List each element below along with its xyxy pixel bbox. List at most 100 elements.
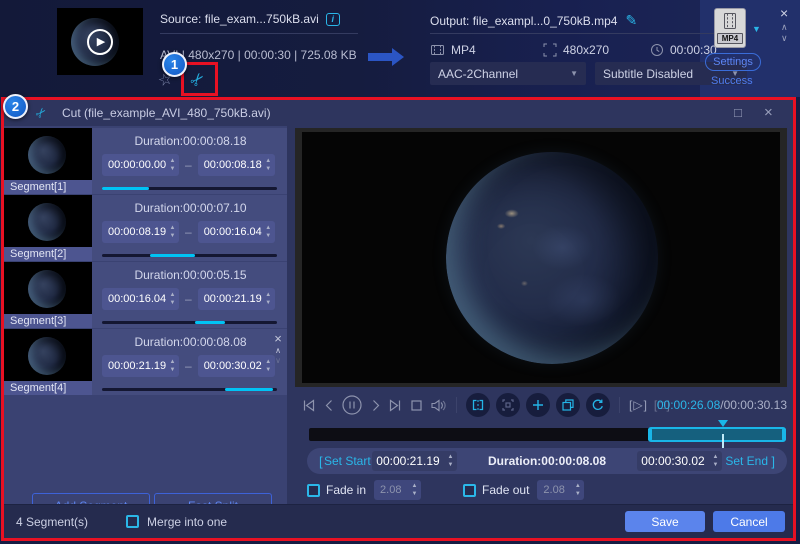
format-dropdown-icon[interactable]: ▼	[752, 24, 761, 34]
segment-row-3[interactable]: Segment[3] Duration:00:00:05.15 ▲▼ – ▲▼	[4, 262, 287, 328]
range-dash: –	[185, 158, 192, 172]
chevron-down-icon[interactable]: ∨	[781, 33, 788, 44]
settings-button[interactable]: Settings	[705, 53, 761, 71]
previous-frame-button[interactable]	[301, 398, 316, 413]
film-icon	[431, 45, 444, 55]
spinner[interactable]: ▲ ▼	[262, 158, 275, 172]
output-title: Output: file_exampl...0_750kB.mp4 ✎	[430, 12, 637, 29]
segment-end-input[interactable]: ▲▼	[197, 288, 275, 310]
info-icon[interactable]: i	[325, 12, 340, 26]
output-meta: MP4 480x270 00:00:30	[430, 43, 717, 57]
source-title: Source: file_exam...750kB.avi i	[160, 12, 340, 26]
arrow-right-icon	[368, 48, 404, 66]
timeline-track[interactable]	[309, 420, 787, 448]
reset-button[interactable]	[586, 393, 610, 417]
timeline-selection[interactable]	[647, 427, 787, 442]
maximize-icon[interactable]: □	[734, 105, 742, 120]
range-dash: –	[185, 292, 192, 306]
audio-select[interactable]: AAC-2Channel ▼	[430, 62, 586, 85]
playhead-marker[interactable]	[718, 420, 729, 448]
segment-progress-fill	[195, 321, 226, 324]
segment-start-input[interactable]: ▲▼	[102, 221, 179, 243]
annotation-badge-1: 1	[162, 52, 187, 77]
spinner[interactable]: ▲ ▼	[444, 454, 457, 468]
volume-button[interactable]	[430, 398, 447, 413]
frame-select-button[interactable]	[496, 393, 520, 417]
dialog-title: Cut (file_example_AVI_480_750kB.avi)	[62, 106, 271, 120]
output-format-badge[interactable]: MP4	[714, 8, 746, 48]
segment-progress-track	[102, 187, 277, 190]
divider	[456, 397, 457, 413]
trim-end-input[interactable]: ▲▼	[637, 451, 722, 471]
merge-checkbox[interactable]	[126, 515, 140, 528]
divider	[619, 397, 620, 413]
close-icon[interactable]: ×	[764, 104, 773, 121]
segment-progress-fill	[102, 187, 150, 190]
fade-in-duration-input[interactable]: ▲▼	[374, 480, 422, 500]
spinner[interactable]: ▲ ▼	[262, 225, 275, 239]
stop-button[interactable]	[409, 398, 424, 413]
segment-progress-fill	[225, 388, 274, 391]
spinner[interactable]: ▲ ▼	[709, 454, 722, 468]
source-video-thumbnail[interactable]: ▶	[57, 8, 143, 75]
range-dash: –	[185, 359, 192, 373]
format-badge-label: MP4	[717, 33, 743, 44]
segment-end-input[interactable]: ▲▼	[197, 221, 275, 243]
fade-out-checkbox[interactable]	[463, 483, 477, 497]
spinner[interactable]: ▲ ▼	[571, 483, 584, 497]
spinner[interactable]: ▲ ▼	[166, 359, 179, 373]
save-button[interactable]: Save	[625, 511, 705, 532]
segment-start-input[interactable]: ▲▼	[102, 154, 179, 176]
spinner[interactable]: ▲ ▼	[166, 225, 179, 239]
segment-start-input[interactable]: ▲▼	[102, 355, 179, 377]
dialog-titlebar: ✂ Cut (file_example_AVI_480_750kB.avi) □…	[4, 100, 793, 126]
range-dash: –	[185, 225, 192, 239]
cut-dialog: ✂ Cut (file_example_AVI_480_750kB.avi) □…	[1, 97, 796, 541]
step-forward-button[interactable]	[369, 398, 382, 413]
spinner[interactable]: ▲ ▼	[262, 292, 275, 306]
segments-panel: Segment[1] Duration:00:00:08.18 ▲▼ – ▲▼	[4, 126, 287, 518]
delete-segment-icon[interactable]: ×	[274, 332, 282, 345]
spinner[interactable]: ▲ ▼	[408, 483, 421, 497]
film-frame-icon	[722, 9, 738, 33]
spinner[interactable]: ▲ ▼	[166, 158, 179, 172]
step-back-button[interactable]	[322, 398, 335, 413]
segment-label: Segment[4]	[4, 381, 92, 395]
play-icon[interactable]: ▶	[87, 28, 113, 55]
output-format-value: MP4	[451, 43, 476, 57]
pause-button[interactable]	[341, 394, 363, 416]
audio-select-value: AAC-2Channel	[438, 66, 519, 81]
cancel-button[interactable]: Cancel	[713, 511, 785, 532]
segment-label: Segment[2]	[4, 247, 92, 261]
play-segment-button[interactable]: [▷]	[629, 398, 648, 412]
segment-end-input[interactable]: ▲▼	[197, 154, 275, 176]
fade-out-duration-input[interactable]: ▲▼	[537, 480, 585, 500]
video-preview	[295, 128, 787, 387]
segment-row-4[interactable]: Segment[4] Duration:00:00:08.08 ▲▼ – ▲▼	[4, 329, 287, 395]
spinner[interactable]: ▲ ▼	[166, 292, 179, 306]
cut-tool-icon[interactable]: ✂	[186, 68, 210, 92]
move-up-icon[interactable]: ∧	[275, 346, 281, 355]
video-screen[interactable]	[302, 132, 780, 383]
fade-in-checkbox[interactable]	[307, 483, 320, 497]
set-start-button[interactable]: Set Start	[323, 454, 372, 468]
split-segment-button[interactable]	[466, 393, 490, 417]
segment-row-2[interactable]: Segment[2] Duration:00:00:07.10 ▲▼ – ▲▼	[4, 195, 287, 261]
add-segment-quick-button[interactable]	[526, 393, 550, 417]
close-icon[interactable]: ×	[780, 5, 788, 21]
segment-row-1[interactable]: Segment[1] Duration:00:00:08.18 ▲▼ – ▲▼	[4, 128, 287, 194]
copy-segment-button[interactable]	[556, 393, 580, 417]
move-down-icon[interactable]: ∨	[275, 356, 281, 365]
next-frame-button[interactable]	[388, 398, 403, 413]
chevron-up-icon[interactable]: ∧	[781, 22, 788, 33]
end-bracket: ]	[771, 453, 775, 469]
player-controls: [▷] [□] 00:00:26.08/00:00:30.13	[301, 392, 787, 418]
rename-icon[interactable]: ✎	[625, 12, 637, 29]
dialog-footer: 4 Segment(s) Merge into one Save Cancel	[4, 504, 793, 538]
set-end-button[interactable]: Set End	[722, 454, 771, 468]
output-divider	[430, 33, 720, 34]
segment-start-input[interactable]: ▲▼	[102, 288, 179, 310]
segment-end-input[interactable]: ▲▼	[197, 355, 275, 377]
trim-start-input[interactable]: ▲▼	[372, 451, 457, 471]
source-filename: Source: file_exam...750kB.avi	[160, 12, 319, 26]
